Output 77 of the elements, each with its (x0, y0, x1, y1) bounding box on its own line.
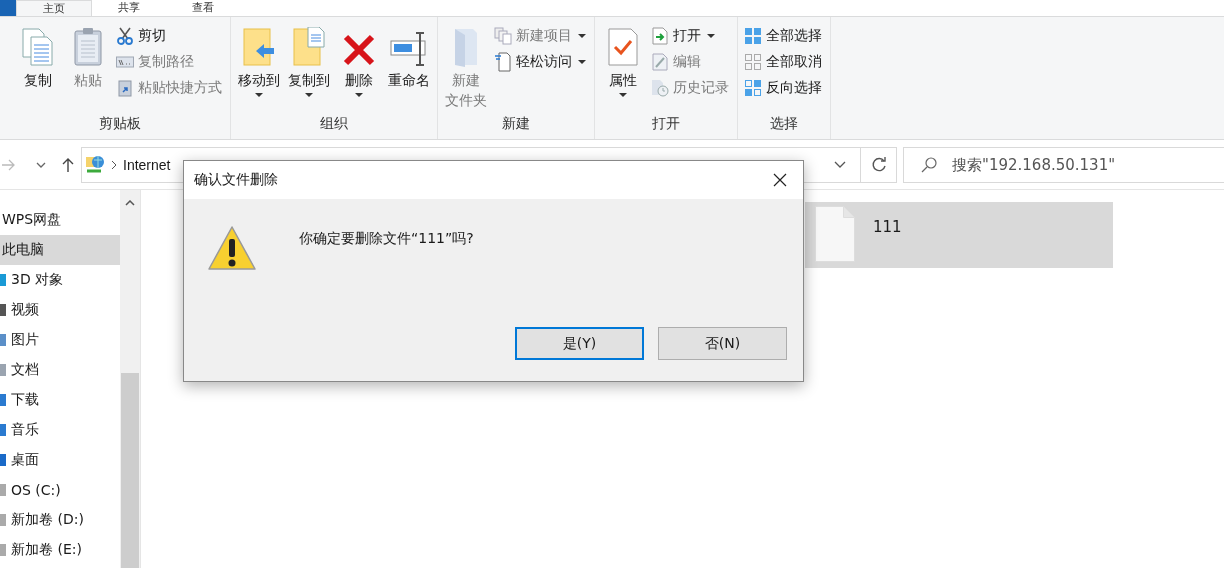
grid-icon (744, 52, 762, 71)
folder-document-icon (292, 27, 326, 67)
caret-icon (355, 93, 363, 97)
group-label: 新建 (501, 115, 531, 133)
ribbon-tab[interactable]: 共享 (92, 0, 166, 16)
scissors-icon (117, 26, 133, 45)
scroll-up-icon[interactable] (125, 200, 135, 206)
address-path: Internet (123, 156, 171, 173)
path-icon (116, 55, 134, 68)
document-pin-icon (495, 51, 511, 72)
scrollbar[interactable] (120, 190, 141, 568)
checkmark-document-icon (607, 27, 639, 67)
up-arrow-icon[interactable] (62, 157, 74, 172)
caret-icon (255, 93, 263, 97)
sidebar-item[interactable]: 新加卷 (E:) (0, 535, 120, 565)
new-item-icon (494, 26, 512, 45)
close-icon (773, 173, 787, 187)
ribbon-tab[interactable]: 主页 (16, 0, 92, 16)
ribbon-button[interactable]: 剪切 (114, 24, 226, 47)
ribbon-button[interactable]: 打开 (649, 24, 733, 47)
dialog-button[interactable]: 否(N) (658, 327, 787, 360)
ribbon-button[interactable]: 全部取消 (742, 50, 826, 73)
warning-icon (207, 225, 257, 271)
group-label: 组织 (319, 115, 349, 133)
caret-icon (578, 33, 586, 38)
search-icon (921, 156, 937, 173)
sidebar-item[interactable]: 此电脑 (0, 235, 120, 265)
chevron-down-icon[interactable] (36, 161, 46, 168)
file-icon (815, 206, 855, 262)
refresh-button[interactable] (861, 146, 897, 183)
edit-icon (652, 52, 668, 71)
caret-icon (619, 93, 627, 97)
refresh-icon (870, 156, 887, 173)
folder-arrow-icon (242, 27, 276, 67)
sidebar-item[interactable]: 图片 (0, 325, 120, 355)
caret-icon (578, 59, 586, 64)
rename-icon (389, 31, 429, 67)
dialog-button[interactable]: 是(Y) (515, 327, 644, 360)
documents-icon (21, 27, 55, 67)
ribbon-button[interactable]: 重命名 (385, 23, 433, 115)
ribbon-button[interactable]: 删除 (335, 23, 383, 115)
sidebar-item[interactable]: 3D 对象 (0, 265, 120, 295)
scroll-thumb[interactable] (121, 373, 139, 568)
history-icon (651, 78, 669, 97)
caret-icon (305, 93, 313, 97)
chevron-down-icon[interactable] (834, 161, 846, 168)
clipboard-icon (73, 27, 103, 67)
ribbon-button[interactable]: 全部选择 (742, 24, 826, 47)
group-label: 打开 (651, 115, 681, 133)
search-field[interactable]: 搜索"192.168.50.131" (903, 146, 1224, 183)
network-globe-icon (85, 154, 105, 175)
sidebar-item[interactable]: WPS网盘 (0, 205, 120, 235)
ribbon-button[interactable]: 复制到 (285, 23, 333, 115)
delete-icon (342, 33, 376, 67)
sidebar-item[interactable]: 桌面 (0, 445, 120, 475)
grid-icon (744, 78, 762, 97)
ribbon-button[interactable]: 轻松访问 (492, 50, 590, 73)
dialog-message: 你确定要删除文件“111”吗? (299, 230, 474, 248)
sidebar-item[interactable]: 新加卷 (D:) (0, 505, 120, 535)
caret-icon (707, 33, 715, 38)
ribbon-tab[interactable]: 查看 (166, 0, 240, 16)
file-tile[interactable]: 111 (805, 202, 1113, 268)
open-icon (652, 26, 668, 45)
sidebar-item[interactable]: 视频 (0, 295, 120, 325)
ribbon-button[interactable]: 属性 (599, 23, 647, 115)
sidebar-item[interactable]: 音乐 (0, 415, 120, 445)
dialog-title: 确认文件删除 (194, 171, 278, 189)
ribbon-button[interactable]: 反向选择 (742, 76, 826, 99)
chevron-right-icon (111, 159, 117, 170)
sidebar-item[interactable]: 下载 (0, 385, 120, 415)
sidebar-item[interactable]: 文档 (0, 355, 120, 385)
ribbon-button[interactable]: 移动到 (235, 23, 283, 115)
group-label: 剪贴板 (98, 115, 142, 133)
ribbon-button[interactable]: 复制 (14, 23, 62, 115)
grid-icon (744, 26, 762, 45)
group-label: 选择 (769, 115, 799, 133)
sidebar-item[interactable]: OS (C:) (0, 475, 120, 505)
